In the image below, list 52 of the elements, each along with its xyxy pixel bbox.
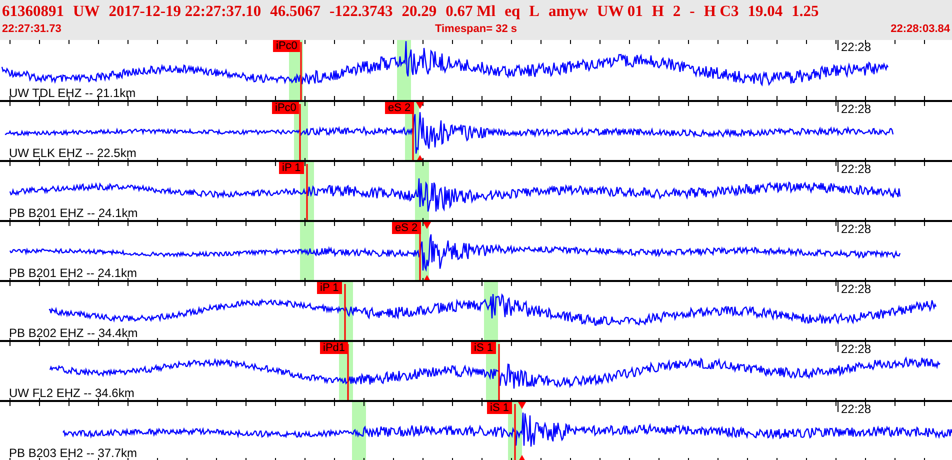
- minute-label: 22:28: [841, 403, 872, 416]
- pick-line: [514, 404, 516, 460]
- station-label: PB B201 EHZ -- 24.1km: [9, 207, 138, 220]
- pick-line: [300, 42, 302, 100]
- minute-label: 22:28: [841, 223, 872, 236]
- event-field: 20.29: [402, 2, 437, 22]
- station-label: PB B201 EH2 -- 24.1km: [9, 267, 138, 280]
- event-field: 0.67 Ml: [446, 2, 496, 22]
- pick-line: [344, 284, 346, 342]
- pick-label[interactable]: eS 2: [385, 102, 414, 114]
- minute-label: 22:28: [841, 103, 872, 116]
- event-field: 1.25: [792, 2, 819, 22]
- event-field: -122.3743: [329, 2, 393, 22]
- pick-label[interactable]: iPc0: [273, 40, 300, 52]
- pick-label[interactable]: iPc0: [272, 102, 300, 114]
- station-label: PB B202 EHZ -- 34.4km: [9, 327, 138, 340]
- event-field: UW: [73, 2, 100, 22]
- pick-label[interactable]: iS 1: [487, 402, 512, 414]
- minute-label: 22:28: [841, 343, 872, 356]
- pick-label[interactable]: iS 1: [471, 342, 496, 354]
- event-field: L: [529, 2, 540, 22]
- event-field: H: [652, 2, 664, 22]
- timespan-label: Timespan= 32 s: [434, 22, 518, 36]
- pick-line: [498, 344, 500, 402]
- pick-label[interactable]: iP 1: [279, 162, 304, 174]
- event-field: 19.04: [748, 2, 783, 22]
- pick-line: [347, 344, 349, 402]
- pick-window: [300, 222, 314, 282]
- start-time: 22:27:31.73: [2, 22, 62, 36]
- minute-label: 22:28: [841, 283, 872, 296]
- pick-line: [299, 104, 301, 162]
- event-field: 2: [672, 2, 681, 22]
- pick-label[interactable]: eS 2: [392, 222, 421, 234]
- station-label: UW ELK EHZ -- 22.5km: [9, 147, 136, 160]
- event-field: 2017-12-19 22:27:37.10: [108, 2, 262, 22]
- pick-label[interactable]: iP 1: [317, 282, 342, 294]
- minute-label: 22:28: [841, 163, 872, 176]
- event-field: -: [690, 2, 695, 22]
- event-field: 61360891: [2, 2, 64, 22]
- station-label: UW TDL EHZ -- 21.1km: [9, 87, 136, 100]
- event-field: 46.5067: [270, 2, 320, 22]
- minute-label: 22:28: [841, 41, 872, 54]
- pick-line: [306, 164, 308, 222]
- pick-label[interactable]: iPd1: [320, 342, 348, 354]
- event-field: UW 01: [597, 2, 643, 22]
- pick-window: [352, 402, 366, 460]
- event-field: eq: [504, 2, 520, 22]
- end-time: 22:28:03.84: [890, 22, 950, 36]
- event-field: amyw: [548, 2, 588, 22]
- event-field: H C3: [704, 2, 739, 22]
- station-label: PB B203 EH2 -- 37.7km: [9, 447, 138, 460]
- station-label: UW FL2 EHZ -- 34.6km: [9, 387, 134, 400]
